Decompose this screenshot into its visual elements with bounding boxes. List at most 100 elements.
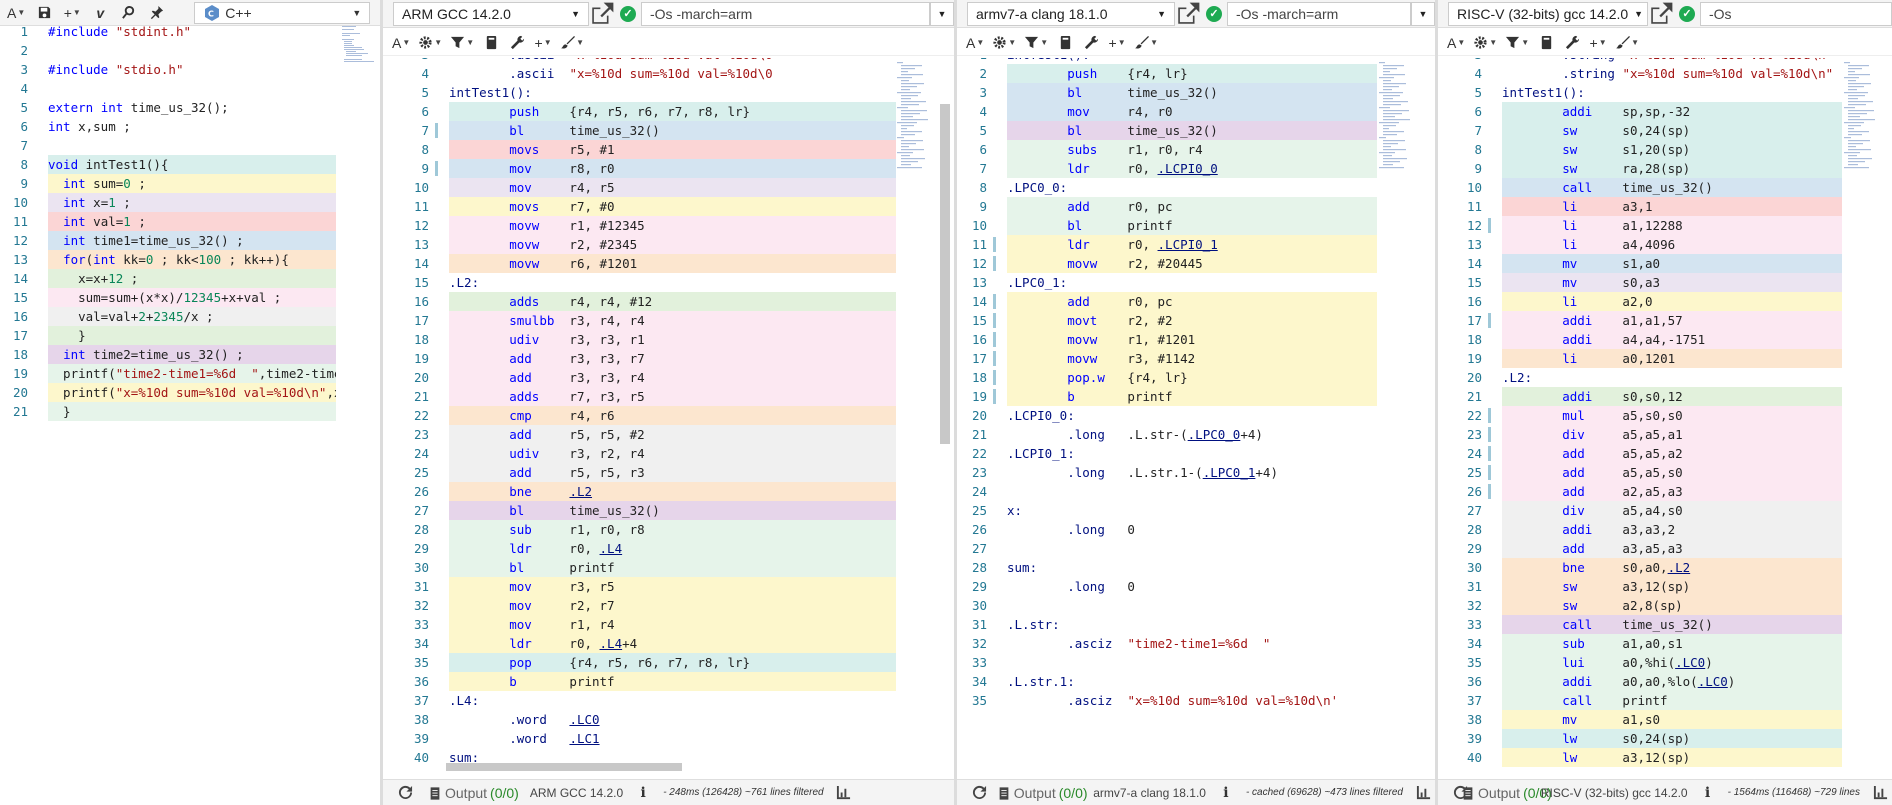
settings-icon[interactable]: ▼ <box>1470 32 1500 54</box>
asm-line[interactable]: 34 sub a1,a0,s1 <box>1438 634 1892 653</box>
wrench-icon[interactable] <box>505 32 529 54</box>
popout-icon[interactable] <box>1175 2 1201 26</box>
output-button[interactable]: Output (0/0) <box>999 782 1088 804</box>
asm-line[interactable]: 23 add r5, r5, #2 <box>383 425 954 444</box>
source-line[interactable]: 16 val=val+2+2345/x ; <box>0 307 380 326</box>
asm-line[interactable]: 35 lui a0,%hi(.LC0) <box>1438 653 1892 672</box>
wrench-icon[interactable] <box>1560 32 1584 54</box>
chart-icon[interactable] <box>1868 782 1892 804</box>
asm-line[interactable]: 8 movs r5, #1 <box>383 140 954 159</box>
asm-line[interactable]: 16 adds r4, r4, #12 <box>383 292 954 311</box>
source-line[interactable]: 6 int x,sum ; <box>0 117 380 136</box>
plus-icon[interactable]: + ▼ <box>531 32 555 54</box>
asm-line[interactable]: 16 li a2,0 <box>1438 292 1892 311</box>
output-button[interactable]: Output (0/0) <box>425 782 522 804</box>
search-icon[interactable] <box>116 2 140 24</box>
compile-status[interactable]: ✓ <box>615 2 641 26</box>
asm-line[interactable]: 19 add r3, r3, r7 <box>383 349 954 368</box>
asm-line[interactable]: 40 lw a3,12(sp) <box>1438 748 1892 767</box>
source-line[interactable]: 2​ <box>0 41 380 60</box>
pin-icon[interactable] <box>144 2 168 24</box>
asm-line[interactable]: 26 .long 0 <box>957 520 1435 539</box>
source-line[interactable]: 11 int val=1 ; <box>0 212 380 231</box>
asm-line[interactable]: 27 ​ <box>957 539 1435 558</box>
asm-line[interactable]: 24 udiv r3, r2, r4 <box>383 444 954 463</box>
asm-line[interactable]: 19 b printf <box>957 387 1435 406</box>
compiler-select[interactable]: ARM GCC 14.2.0 ▼ <box>393 1 589 26</box>
asm-line[interactable]: 33 ​ <box>957 653 1435 672</box>
asm-line[interactable]: 29 add a3,a5,a3 <box>1438 539 1892 558</box>
source-line[interactable]: 15 sum=sum+(x*x)/12345+x+val ; <box>0 288 380 307</box>
asm-line[interactable]: 14 mv s1,a0 <box>1438 254 1892 273</box>
asm-line[interactable]: 11 ldr r0, .LCPI0_1 <box>957 235 1435 254</box>
asm-line[interactable]: 20 .LCPI0_0: <box>957 406 1435 425</box>
assembly-output[interactable]: 1intTest1():2 push {r4, lr}3 bl time_us_… <box>957 58 1435 777</box>
chart-icon[interactable] <box>1411 782 1435 804</box>
asm-line[interactable]: 30 ​ <box>957 596 1435 615</box>
popout-icon[interactable] <box>589 2 615 26</box>
settings-icon[interactable]: ▼ <box>415 32 445 54</box>
source-code-editor[interactable]: 1#include "stdint.h"2​3#include "stdio.h… <box>0 22 380 805</box>
assembly-minimap[interactable] <box>1842 62 1882 172</box>
asm-line[interactable]: 29 ldr r0, .L4 <box>383 539 954 558</box>
source-minimap[interactable] <box>340 24 380 64</box>
source-line[interactable]: 9 int sum=0 ; <box>0 174 380 193</box>
info-icon[interactable]: i <box>1214 782 1238 804</box>
asm-line[interactable]: 9 add r0, pc <box>957 197 1435 216</box>
asm-line[interactable]: 12 movw r1, #12345 <box>383 216 954 235</box>
asm-line[interactable]: 36 b printf <box>383 672 954 691</box>
compiler-select[interactable]: armv7-a clang 18.1.0 ▼ <box>967 1 1175 26</box>
asm-line[interactable]: 34 ldr r0, .L4+4 <box>383 634 954 653</box>
asm-line[interactable]: 19 li a0,1201 <box>1438 349 1892 368</box>
brush-icon[interactable]: ▼ <box>1612 32 1642 54</box>
assembly-output[interactable]: 3 .string "x=%10d sum=%10d val=%10d\n"4 … <box>1438 58 1892 777</box>
asm-line[interactable]: 36 addi a0,a0,%lo(.LC0) <box>1438 672 1892 691</box>
book-icon[interactable] <box>1053 32 1077 54</box>
asm-line[interactable]: 33 mov r1, r4 <box>383 615 954 634</box>
asm-line[interactable]: 5 intTest1(): <box>1438 83 1892 102</box>
asm-line[interactable]: 32 .asciz "time2-time1=%6d " <box>957 634 1435 653</box>
source-line[interactable]: 21 } <box>0 402 380 421</box>
asm-line[interactable]: 30 bl printf <box>383 558 954 577</box>
source-line[interactable]: 12 int time1=time_us_32() ; <box>0 231 380 250</box>
asm-line[interactable]: 7 bl time_us_32() <box>383 121 954 140</box>
asm-line[interactable]: 31 mov r3, r5 <box>383 577 954 596</box>
asm-line[interactable]: 32 mov r2, r7 <box>383 596 954 615</box>
asm-line[interactable]: 6 addi sp,sp,-32 <box>1438 102 1892 121</box>
asm-line[interactable]: 11 li a3,1 <box>1438 197 1892 216</box>
asm-line[interactable]: 35 .asciz "x=%10d sum=%10d val=%10d\n' <box>957 691 1435 710</box>
source-line[interactable]: 5 extern int time_us_32(); <box>0 98 380 117</box>
asm-line[interactable]: 22 mul a5,s0,s0 <box>1438 406 1892 425</box>
asm-line[interactable]: 7 sw s0,24(sp) <box>1438 121 1892 140</box>
output-button[interactable]: Output (0/0) <box>1463 782 1552 804</box>
source-line[interactable]: 4​ <box>0 79 380 98</box>
settings-icon[interactable]: ▼ <box>989 32 1019 54</box>
source-line[interactable]: 3 #include "stdio.h" <box>0 60 380 79</box>
asm-line[interactable]: 38 .word .LC0 <box>383 710 954 729</box>
asm-line[interactable]: 23 .long .L.str.1-(.LPC0_1+4) <box>957 463 1435 482</box>
asm-line[interactable]: 25 x: <box>957 501 1435 520</box>
asm-line[interactable]: 24 add a5,a5,a2 <box>1438 444 1892 463</box>
options-dropdown-button[interactable]: ▼ <box>1411 1 1435 26</box>
asm-line[interactable]: 38 mv a1,s0 <box>1438 710 1892 729</box>
compiler-options-input[interactable]: -Os <box>1700 1 1892 26</box>
compiler-options-input[interactable]: -Os -march=arm <box>641 1 930 26</box>
asm-line[interactable]: 10 call time_us_32() <box>1438 178 1892 197</box>
asm-line[interactable]: 4 mov r4, r0 <box>957 102 1435 121</box>
asm-line[interactable]: 13 movw r2, #2345 <box>383 235 954 254</box>
asm-line[interactable]: 7 ldr r0, .LCPI0_0 <box>957 159 1435 178</box>
asm-line[interactable]: 15 movt r2, #2 <box>957 311 1435 330</box>
asm-line[interactable]: 12 movw r2, #20445 <box>957 254 1435 273</box>
chart-icon[interactable] <box>832 782 856 804</box>
asm-line[interactable]: 2 push {r4, lr} <box>957 64 1435 83</box>
vertical-scrollbar[interactable] <box>940 104 950 444</box>
asm-line[interactable]: 25 add r5, r5, r3 <box>383 463 954 482</box>
asm-line[interactable]: 9 sw ra,28(sp) <box>1438 159 1892 178</box>
source-line[interactable]: 13 for(int kk=0 ; kk<100 ; kk++){ <box>0 250 380 269</box>
wrench-icon[interactable] <box>1079 32 1103 54</box>
asm-line[interactable]: 30 bne s0,a0,.L2 <box>1438 558 1892 577</box>
assembly-output[interactable]: 3 .ascii "x=%10d sum=%10d val=%10d\04 .a… <box>383 58 954 777</box>
filter-icon[interactable]: ▼ <box>1021 32 1051 54</box>
source-line[interactable]: 1 #include "stdint.h" <box>0 22 380 41</box>
asm-line[interactable]: 4 .ascii "x=%10d sum=%10d val=%10d\0 <box>383 64 954 83</box>
